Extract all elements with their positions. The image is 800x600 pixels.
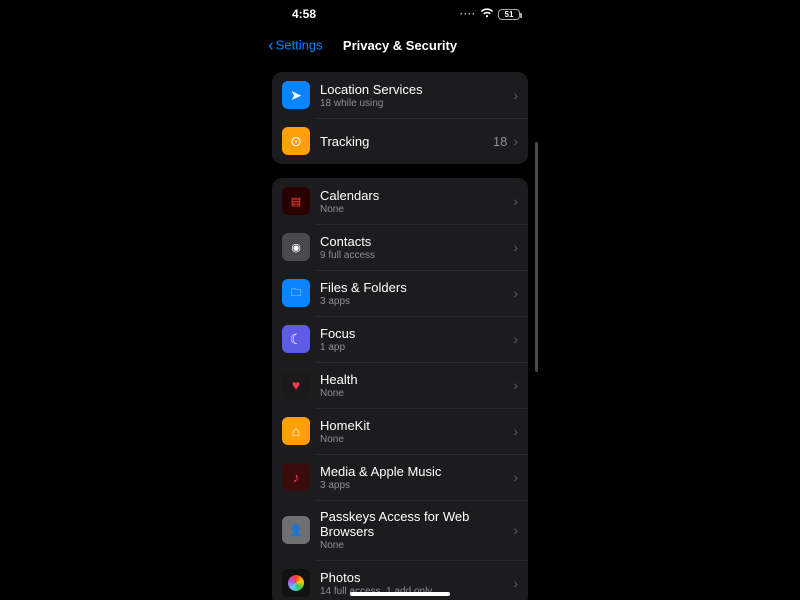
row-label: Tracking xyxy=(320,134,493,149)
back-label: Settings xyxy=(276,38,323,53)
passkeys-icon: 👤 xyxy=(282,516,310,544)
music-icon: ♪ xyxy=(282,463,310,491)
row-label: Location Services xyxy=(320,82,513,97)
row-calendars[interactable]: ▤ Calendars None › xyxy=(272,178,528,224)
chevron-right-icon: › xyxy=(513,239,518,255)
row-label: Contacts xyxy=(320,234,513,249)
chevron-right-icon: › xyxy=(513,133,518,149)
row-sublabel: None xyxy=(320,540,513,551)
row-passkeys[interactable]: 👤 Passkeys Access for Web Browsers None … xyxy=(272,500,528,560)
row-sublabel: None xyxy=(320,204,513,215)
row-sublabel: None xyxy=(320,434,513,445)
row-health[interactable]: ♥ Health None › xyxy=(272,362,528,408)
chevron-right-icon: › xyxy=(513,469,518,485)
focus-icon: ☾ xyxy=(282,325,310,353)
row-sublabel: 18 while using xyxy=(320,98,513,109)
battery-level: 51 xyxy=(505,10,514,19)
chevron-right-icon: › xyxy=(513,87,518,103)
chevron-right-icon: › xyxy=(513,285,518,301)
health-icon: ♥ xyxy=(282,371,310,399)
row-focus[interactable]: ☾ Focus 1 app › xyxy=(272,316,528,362)
scroll-indicator[interactable] xyxy=(535,142,538,372)
home-indicator[interactable] xyxy=(350,592,450,596)
group-data-access: ▤ Calendars None › ◉ Contacts 9 full acc… xyxy=(272,178,528,600)
status-right: ···· 51 xyxy=(460,7,520,21)
chevron-right-icon: › xyxy=(513,575,518,591)
row-label: Media & Apple Music xyxy=(320,464,513,479)
row-contacts[interactable]: ◉ Contacts 9 full access › xyxy=(272,224,528,270)
contacts-icon: ◉ xyxy=(282,233,310,261)
row-trailing-value: 18 xyxy=(493,134,507,149)
row-sublabel: 3 apps xyxy=(320,296,513,307)
row-location-services[interactable]: ➤ Location Services 18 while using › xyxy=(272,72,528,118)
status-bar: 4:58 ···· 51 xyxy=(262,0,538,28)
group-location: ➤ Location Services 18 while using › ⊙ T… xyxy=(272,72,528,164)
row-files-folders[interactable]: 🗀 Files & Folders 3 apps › xyxy=(272,270,528,316)
wifi-icon xyxy=(480,7,494,21)
chevron-right-icon: › xyxy=(513,193,518,209)
location-icon: ➤ xyxy=(282,81,310,109)
row-tracking[interactable]: ⊙ Tracking 18 › xyxy=(272,118,528,164)
row-label: Focus xyxy=(320,326,513,341)
calendar-icon: ▤ xyxy=(282,187,310,215)
battery-icon: 51 xyxy=(498,9,520,20)
row-label: Passkeys Access for Web Browsers xyxy=(320,509,513,539)
row-media-apple-music[interactable]: ♪ Media & Apple Music 3 apps › xyxy=(272,454,528,500)
row-label: HomeKit xyxy=(320,418,513,433)
chevron-right-icon: › xyxy=(513,377,518,393)
row-sublabel: 9 full access xyxy=(320,250,513,261)
tracking-icon: ⊙ xyxy=(282,127,310,155)
row-label: Files & Folders xyxy=(320,280,513,295)
photos-icon xyxy=(282,569,310,597)
phone-frame: 4:58 ···· 51 ‹ Settings Privacy & Securi… xyxy=(262,0,538,600)
row-label: Photos xyxy=(320,570,513,585)
home-icon: ⌂ xyxy=(282,417,310,445)
row-sublabel: 1 app xyxy=(320,342,513,353)
nav-bar: ‹ Settings Privacy & Security xyxy=(262,28,538,62)
chevron-right-icon: › xyxy=(513,522,518,538)
settings-scroll[interactable]: ➤ Location Services 18 while using › ⊙ T… xyxy=(262,62,538,600)
chevron-right-icon: › xyxy=(513,331,518,347)
row-label: Health xyxy=(320,372,513,387)
back-button[interactable]: ‹ Settings xyxy=(268,37,323,54)
row-label: Calendars xyxy=(320,188,513,203)
row-sublabel: None xyxy=(320,388,513,399)
cellular-icon: ···· xyxy=(460,9,476,19)
folder-icon: 🗀 xyxy=(282,279,310,307)
chevron-right-icon: › xyxy=(513,423,518,439)
row-sublabel: 3 apps xyxy=(320,480,513,491)
chevron-left-icon: ‹ xyxy=(268,37,274,54)
status-time: 4:58 xyxy=(292,7,316,21)
row-homekit[interactable]: ⌂ HomeKit None › xyxy=(272,408,528,454)
